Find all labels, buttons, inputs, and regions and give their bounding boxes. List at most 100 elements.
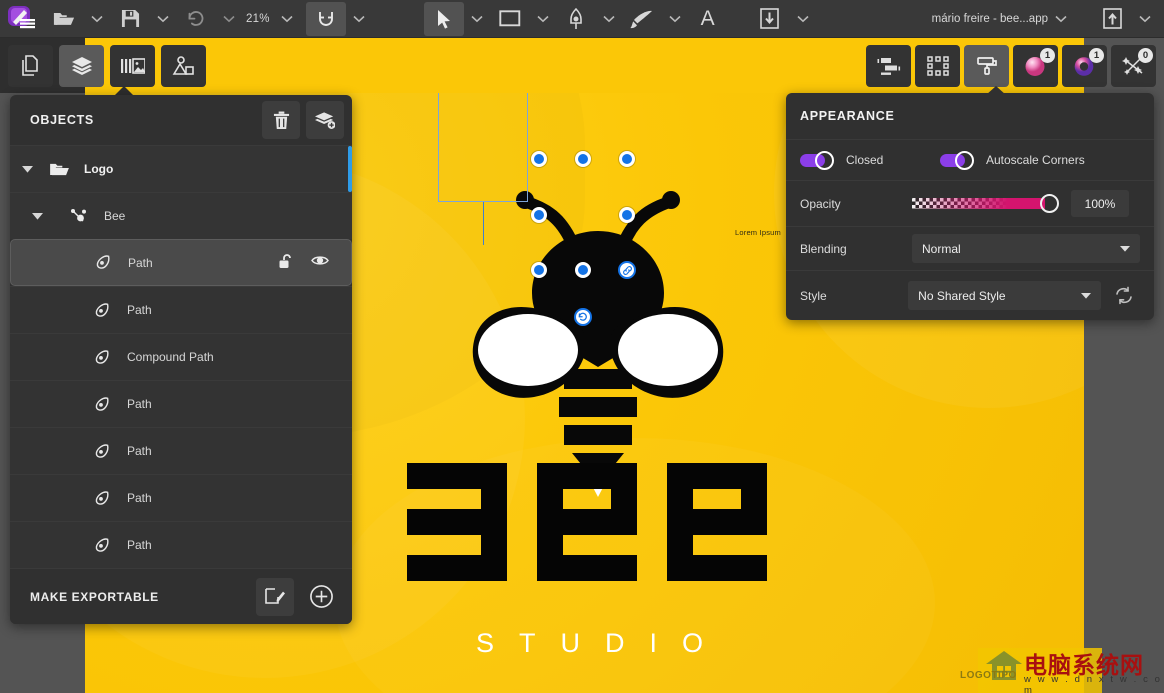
lorem-ipsum-text: Lorem Ipsum [735, 228, 781, 237]
trash-icon[interactable] [262, 101, 300, 139]
refresh-icon[interactable] [1107, 281, 1140, 310]
make-exportable-label[interactable]: MAKE EXPORTABLE [30, 590, 248, 604]
opacity-label: Opacity [800, 197, 912, 211]
layer-row-logo[interactable]: Logo [10, 145, 352, 192]
rectangle-tool-caret-icon[interactable] [530, 2, 556, 36]
paint-brush-icon[interactable] [622, 2, 662, 36]
layer-name: Path [117, 303, 352, 317]
fill-color-button[interactable]: 1 [1013, 45, 1058, 87]
autoscale-toggle-switch[interactable] [940, 152, 974, 169]
align-distribute-button[interactable] [866, 45, 911, 87]
layer-row-path-5[interactable]: Path [10, 427, 352, 474]
plus-circle-icon[interactable] [302, 578, 340, 616]
style-row: Style No Shared Style [786, 270, 1154, 320]
letter-a-icon[interactable]: A [688, 2, 728, 36]
shapes-mode-button[interactable] [161, 45, 206, 87]
eye-icon[interactable] [311, 254, 329, 272]
app-window: Lorem Ipsum [0, 0, 1164, 693]
magnet-caret-icon[interactable] [346, 2, 372, 36]
main-toolbar: 21% [0, 0, 1164, 38]
save-file-caret-icon[interactable] [150, 2, 176, 36]
selection-handle-top-center[interactable] [575, 151, 591, 167]
style-select[interactable]: No Shared Style [908, 281, 1101, 310]
selection-handle-mid-right[interactable] [619, 207, 635, 223]
layer-name: Path [117, 397, 352, 411]
zoom-level-label[interactable]: 21% [242, 2, 274, 36]
autoscale-corners-toggle[interactable]: Autoscale Corners [940, 152, 1085, 169]
selection-handle-top-left[interactable] [531, 151, 547, 167]
edit-slice-icon[interactable] [256, 578, 294, 616]
selection-handle-bottom-center[interactable] [575, 262, 591, 278]
expand-triangle-icon[interactable] [10, 165, 44, 173]
layers-plus-icon[interactable] [306, 101, 344, 139]
appearance-panel-title: APPEARANCE [800, 109, 895, 123]
save-file-button[interactable] [110, 2, 150, 36]
layer-row-path-4[interactable]: Path [10, 380, 352, 427]
layer-name: Path [117, 491, 352, 505]
toggle-knob [955, 151, 974, 170]
rotate-ccw-icon[interactable] [574, 308, 592, 326]
bee-wordmark[interactable] [407, 463, 772, 581]
transform-nodes-button[interactable] [915, 45, 960, 87]
closed-toggle-switch[interactable] [800, 152, 834, 169]
selection-handle-bottom-left[interactable] [531, 262, 547, 278]
layer-row-path-selected[interactable]: Path [10, 239, 352, 286]
expand-triangle-icon[interactable] [10, 212, 64, 220]
undo-history-caret-icon[interactable] [216, 2, 242, 36]
appearance-panel-pointer [986, 86, 1006, 95]
effects-button[interactable]: 0 [1111, 45, 1156, 87]
export-button[interactable] [1092, 2, 1132, 36]
stroke-color-button[interactable]: 1 [1062, 45, 1107, 87]
selection-handle-mid-left[interactable] [531, 207, 547, 223]
layer-row-path-6[interactable]: Path [10, 474, 352, 521]
brush-tool-caret-icon[interactable] [662, 2, 688, 36]
pen-tool-caret-icon[interactable] [596, 2, 622, 36]
layer-actions [279, 254, 351, 272]
import-button[interactable] [750, 2, 790, 36]
undo-history-button[interactable] [176, 2, 216, 36]
blending-select[interactable]: Normal [912, 234, 1140, 263]
folder-icon [44, 162, 74, 177]
layer-name: Compound Path [117, 350, 352, 364]
pen-path-icon [87, 302, 117, 319]
closed-toggle[interactable]: Closed [800, 152, 940, 169]
selection-rotate-line [483, 202, 484, 245]
layers-mode-button[interactable] [59, 45, 104, 87]
pen-nib-icon[interactable] [556, 2, 596, 36]
watermark: LOGOTIPO 电脑系统网 w w w . d n x t w . c o m [920, 640, 1164, 693]
layer-name: Path [117, 538, 352, 552]
rectangle-tool[interactable] [490, 2, 530, 36]
opacity-row: Opacity 100% [786, 180, 1154, 226]
layer-row-path-2[interactable]: Path [10, 286, 352, 333]
layer-row-compound-path[interactable]: Compound Path [10, 333, 352, 380]
nodes-group-icon [64, 208, 94, 224]
selection-handle-top-right[interactable] [619, 151, 635, 167]
opacity-value[interactable]: 100% [1071, 190, 1129, 217]
document-mode-button[interactable] [8, 45, 53, 87]
opacity-slider-knob[interactable] [1040, 194, 1059, 213]
opacity-slider-track[interactable] [912, 198, 1045, 209]
pencil-app-logo-icon[interactable] [0, 2, 44, 36]
blending-row: Blending Normal [786, 226, 1154, 270]
import-caret-icon[interactable] [790, 2, 816, 36]
layer-row-bee[interactable]: Bee [10, 192, 352, 239]
open-file-caret-icon[interactable] [84, 2, 110, 36]
magnet-icon[interactable] [306, 2, 346, 36]
assets-mode-button[interactable] [110, 45, 155, 87]
move-tool[interactable] [424, 2, 464, 36]
pen-path-icon [88, 254, 118, 271]
open-file-button[interactable] [44, 2, 84, 36]
export-caret-icon[interactable] [1132, 2, 1158, 36]
context-right-group: 1 1 [866, 45, 1156, 87]
appearance-button[interactable] [964, 45, 1009, 87]
link-chain-icon[interactable] [618, 261, 636, 279]
blending-label: Blending [800, 242, 912, 256]
move-tool-caret-icon[interactable] [464, 2, 490, 36]
pen-path-icon [87, 443, 117, 460]
unlock-icon[interactable] [279, 254, 295, 272]
style-label: Style [800, 289, 908, 303]
zoom-level-caret-icon[interactable] [274, 2, 300, 36]
opacity-slider[interactable]: 100% [912, 190, 1140, 217]
document-title-caret-icon[interactable] [1048, 2, 1074, 36]
layer-row-path-7[interactable]: Path [10, 521, 352, 568]
